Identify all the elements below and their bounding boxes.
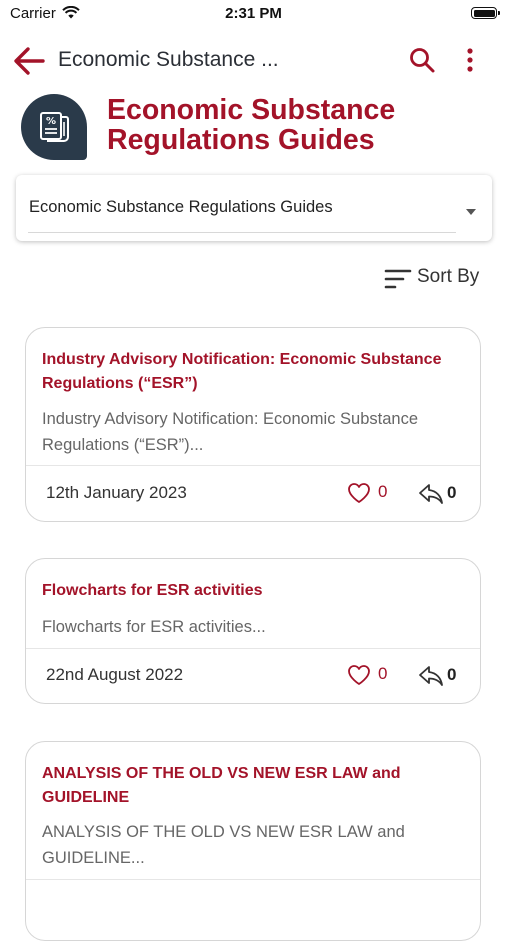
article-date: 12th January 2023: [46, 483, 187, 502]
share-count: 0: [447, 665, 457, 684]
chevron-down-icon: [466, 209, 476, 215]
category-logo: %: [21, 94, 87, 160]
category-header: % Economic Substance Regulations Guides: [0, 92, 507, 162]
share-reply-icon: [419, 666, 443, 686]
svg-text:%: %: [46, 116, 56, 127]
share-button[interactable]: 0: [418, 480, 464, 506]
like-count: 0: [378, 482, 388, 501]
heart-icon: [348, 665, 370, 685]
like-count: 0: [378, 664, 388, 683]
category-dropdown[interactable]: Economic Substance Regulations Guides: [16, 175, 492, 241]
article-description: Flowcharts for ESR activities...: [42, 618, 266, 636]
article-date: 22nd August 2022: [46, 665, 184, 684]
share-button[interactable]: 0: [418, 662, 464, 688]
share-reply-icon: [419, 484, 443, 504]
article-title[interactable]: Industry Advisory Notification: Economic…: [42, 348, 462, 396]
search-icon[interactable]: [408, 46, 436, 74]
app-bar: Economic Substance ...: [0, 38, 507, 82]
like-button[interactable]: 0: [347, 480, 393, 506]
article-title[interactable]: ANALYSIS OF THE OLD VS NEW ESR LAW and G…: [42, 762, 462, 810]
percent-document-icon: %: [40, 112, 69, 142]
like-button[interactable]: 0: [347, 662, 393, 688]
sort-button[interactable]: Sort By: [384, 264, 490, 292]
article-card[interactable]: ANALYSIS OF THE OLD VS NEW ESR LAW and G…: [25, 741, 481, 941]
dropdown-underline: [28, 232, 456, 233]
battery-icon: [471, 7, 500, 19]
status-bar: Carrier 2:31 PM: [0, 0, 507, 28]
back-arrow-icon[interactable]: [12, 44, 46, 78]
card-divider: [26, 648, 480, 649]
clock: 2:31 PM: [225, 5, 282, 22]
share-count: 0: [447, 483, 457, 502]
page-title: Economic Substance Regulations Guides: [107, 94, 396, 156]
card-divider: [26, 879, 480, 880]
article-description: Industry Advisory Notification: Economic…: [42, 410, 419, 454]
sort-label: Sort By: [417, 266, 480, 287]
app-bar-title: Economic Substance ...: [58, 48, 279, 71]
article-title[interactable]: Flowcharts for ESR activities: [42, 579, 462, 603]
more-options-icon[interactable]: [460, 46, 480, 74]
article-card[interactable]: Industry Advisory Notification: Economic…: [25, 327, 481, 522]
heart-icon: [348, 483, 370, 503]
article-card[interactable]: Flowcharts for ESR activities Flowcharts…: [25, 558, 481, 704]
sort-icon: [384, 269, 412, 289]
card-divider: [26, 465, 480, 466]
article-description: ANALYSIS OF THE OLD VS NEW ESR LAW and G…: [42, 823, 405, 867]
dropdown-selected-value: Economic Substance Regulations Guides: [29, 198, 333, 216]
